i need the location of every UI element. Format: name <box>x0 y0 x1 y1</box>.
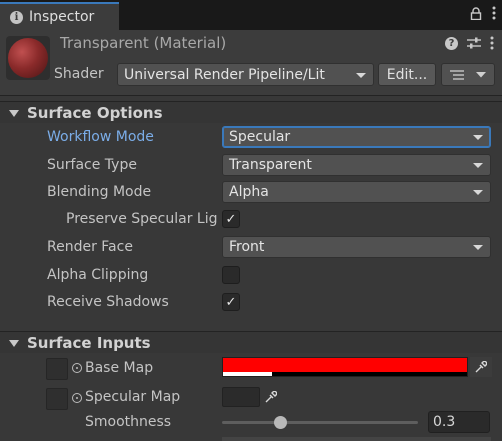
blending-mode-value: Alpha <box>229 184 269 200</box>
shader-dropdown[interactable]: Universal Render Pipeline/Lit <box>117 63 374 86</box>
list-icon <box>450 69 464 80</box>
shader-label: Shader <box>54 66 104 82</box>
foldout-triangle-icon <box>9 110 19 117</box>
smoothness-value-field[interactable]: 0.3 <box>428 411 490 433</box>
smoothness-label: Smoothness <box>85 414 172 430</box>
material-title: Transparent (Material) <box>60 34 227 52</box>
dropdown-caret-icon <box>473 135 483 140</box>
material-sphere <box>8 38 48 78</box>
info-icon: i <box>10 10 23 24</box>
preserve-specular-checkbox[interactable]: ✓ <box>222 210 240 228</box>
surface-type-value: Transparent <box>229 157 312 173</box>
checkmark-icon: ✓ <box>225 294 237 310</box>
alpha-clipping-label: Alpha Clipping <box>47 267 149 283</box>
lock-icon[interactable] <box>470 6 482 20</box>
surface-type-label: Surface Type <box>47 157 137 173</box>
base-map-texture-slot[interactable] <box>46 358 68 380</box>
menu-icon[interactable] <box>492 6 496 20</box>
surface-options-title: Surface Options <box>27 104 163 122</box>
workflow-mode-label: Workflow Mode <box>47 129 154 145</box>
shader-value: Universal Render Pipeline/Lit <box>124 66 325 83</box>
tab-title: Inspector <box>29 9 95 25</box>
dropdown-caret-icon <box>473 190 483 195</box>
tab-controls <box>470 6 496 20</box>
material-header: Transparent (Material) ? Shader Universa… <box>0 30 502 96</box>
render-face-label: Render Face <box>47 239 133 255</box>
receive-shadows-checkbox[interactable]: ✓ <box>222 293 240 311</box>
workflow-mode-value: Specular <box>229 129 291 145</box>
smoothness-slider-handle[interactable] <box>274 416 288 429</box>
tab-bar: i Inspector <box>0 0 502 30</box>
dropdown-caret-icon <box>473 163 483 168</box>
specular-map-texture-slot[interactable] <box>46 388 68 410</box>
smoothness-slider-track[interactable] <box>222 421 418 424</box>
surface-inputs-title: Surface Inputs <box>27 334 151 352</box>
foldout-triangle-icon <box>9 340 19 347</box>
shader-menu-button[interactable] <box>441 63 495 86</box>
checkmark-icon: ✓ <box>225 211 237 227</box>
render-face-value: Front <box>229 239 265 255</box>
eyedropper-icon[interactable] <box>470 357 492 377</box>
workflow-mode-dropdown[interactable]: Specular <box>222 126 491 148</box>
dropdown-caret-icon <box>356 72 366 78</box>
object-picker-icon[interactable] <box>72 393 82 403</box>
surface-type-dropdown[interactable]: Transparent <box>222 154 491 176</box>
preserve-specular-label: Preserve Specular Lig <box>66 211 218 227</box>
render-face-dropdown[interactable]: Front <box>222 236 491 258</box>
alpha-fill <box>223 372 272 376</box>
blending-mode-dropdown[interactable]: Alpha <box>222 181 491 203</box>
header-icons: ? <box>445 36 494 50</box>
help-icon[interactable]: ? <box>445 36 458 50</box>
dropdown-caret-icon <box>473 245 483 250</box>
tab-inspector[interactable]: i Inspector <box>0 2 119 30</box>
eyedropper-icon[interactable] <box>260 387 282 407</box>
more-icon[interactable] <box>490 36 494 50</box>
specular-map-label: Specular Map <box>85 389 181 405</box>
base-map-color-field[interactable] <box>222 357 468 377</box>
next-row-edge <box>222 437 491 441</box>
base-map-label: Base Map <box>85 360 154 376</box>
receive-shadows-label: Receive Shadows <box>47 294 169 310</box>
chevron-down-icon <box>476 71 486 77</box>
object-picker-icon[interactable] <box>72 363 82 373</box>
edit-shader-button[interactable]: Edit... <box>378 63 436 86</box>
surface-options-header[interactable]: Surface Options <box>0 101 502 123</box>
material-preview <box>6 36 50 80</box>
blending-mode-label: Blending Mode <box>47 184 152 200</box>
surface-inputs-header[interactable]: Surface Inputs <box>0 331 502 353</box>
preset-icon[interactable] <box>467 37 481 49</box>
alpha-clipping-checkbox[interactable] <box>222 266 240 284</box>
specular-color-field[interactable] <box>222 387 260 407</box>
